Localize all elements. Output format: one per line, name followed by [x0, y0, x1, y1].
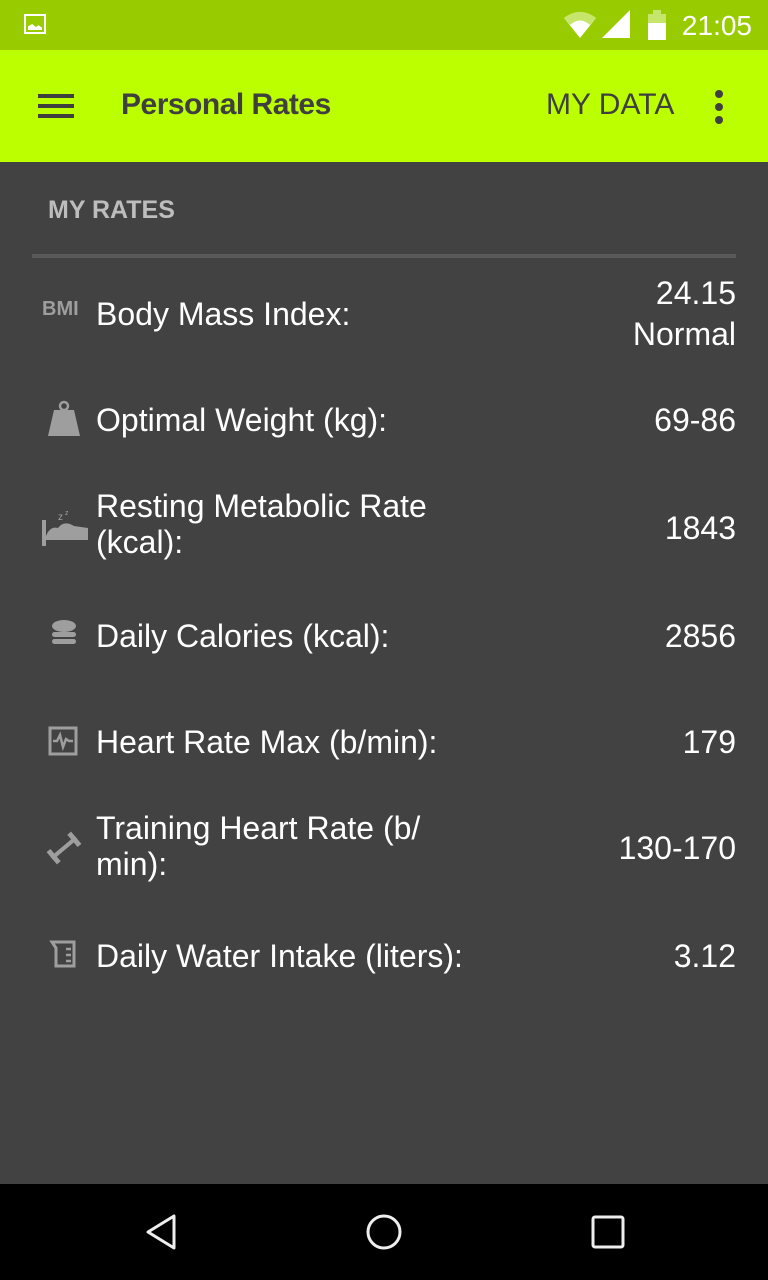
my-data-button[interactable]: MY DATA: [546, 88, 674, 122]
wifi-icon: [564, 12, 596, 38]
battery-icon: [648, 10, 666, 40]
app-bar: Personal Rates MY DATA: [0, 50, 768, 162]
recents-icon[interactable]: [588, 1212, 628, 1252]
image-notification-icon: [24, 14, 46, 34]
rate-label: Daily Water Intake (liters):: [96, 938, 463, 974]
rate-value: 130-170: [618, 830, 736, 866]
rate-label: Optimal Weight (kg):: [96, 402, 388, 438]
rate-value: 2856: [664, 618, 736, 654]
svg-text:z: z: [65, 510, 69, 517]
rate-row-optimal-weight: Optimal Weight (kg): 69-86: [0, 390, 768, 450]
rate-row-training-heart-rate: Training Heart Rate (b/ min): 130-170: [0, 806, 768, 896]
rate-value: 69-86: [654, 402, 736, 438]
heart-monitor-icon: [48, 726, 78, 756]
rate-value: 24.15: [655, 275, 736, 311]
divider: [32, 254, 736, 258]
rate-label: Daily Calories (kcal):: [96, 618, 390, 654]
overflow-menu-icon[interactable]: [712, 90, 726, 124]
weight-icon: [48, 400, 80, 436]
rate-row-heart-rate-max: Heart Rate Max (b/min): 179: [0, 712, 768, 772]
signal-icon: [602, 10, 630, 38]
back-icon[interactable]: [140, 1212, 180, 1252]
bed-sleep-icon: z z: [42, 510, 88, 546]
bmi-icon: BMI: [42, 298, 79, 320]
rate-value: 1843: [664, 510, 736, 546]
rate-value: 3.12: [673, 938, 736, 974]
rate-status: Normal: [632, 316, 736, 352]
rate-row-daily-water-intake: Daily Water Intake (liters): 3.12: [0, 926, 768, 986]
status-bar: 21:05: [0, 0, 768, 50]
beaker-icon: [49, 940, 76, 968]
section-title: MY RATES: [48, 196, 175, 224]
svg-text:z: z: [58, 512, 63, 523]
food-stack-icon: [52, 620, 76, 644]
page-title: Personal Rates: [121, 88, 331, 121]
rate-label: Heart Rate Max (b/min):: [96, 724, 438, 760]
rate-row-daily-calories: Daily Calories (kcal): 2856: [0, 606, 768, 666]
hamburger-menu-icon[interactable]: [38, 94, 74, 118]
rate-label: Resting Metabolic Rate (kcal):: [96, 488, 427, 560]
rate-row-resting-metabolic-rate: z z Resting Metabolic Rate (kcal): 1843: [0, 486, 768, 576]
rate-value: 179: [682, 724, 736, 760]
dumbbell-icon: [46, 831, 82, 865]
clock: 21:05: [681, 10, 752, 41]
rate-label: Training Heart Rate (b/ min):: [96, 810, 421, 882]
rate-label: Body Mass Index:: [96, 296, 351, 332]
status-icons: [564, 10, 666, 40]
home-icon[interactable]: [364, 1212, 404, 1252]
rate-row-bmi: BMI Body Mass Index: 24.15 Normal: [0, 270, 768, 360]
navigation-bar: [0, 1184, 768, 1280]
